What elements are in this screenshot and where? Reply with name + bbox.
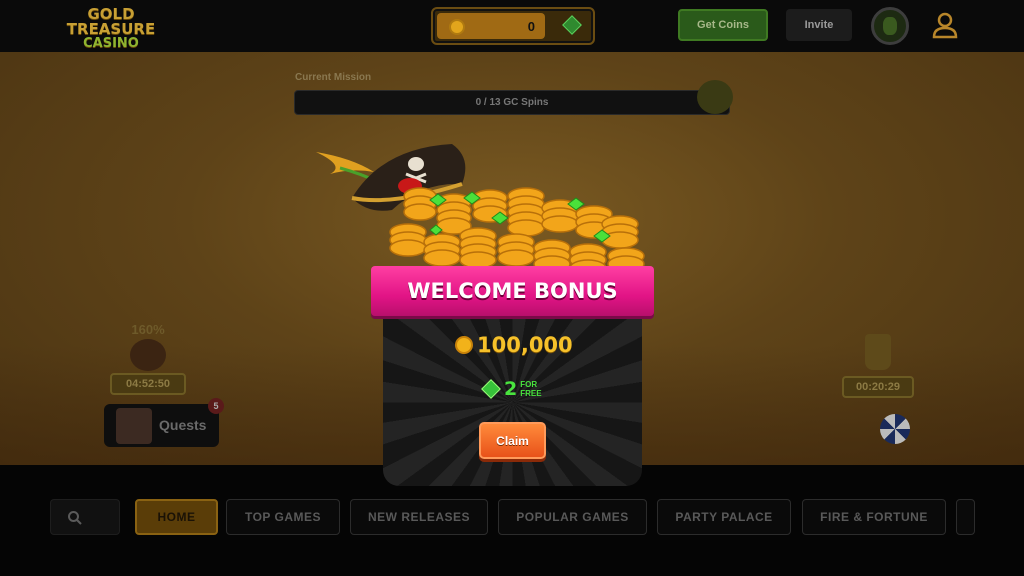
bonus-gems-amount: 2 [504, 378, 518, 400]
coin-icon [455, 336, 473, 354]
bonus-gems: 2 FOR FREE [481, 378, 542, 400]
pirate-treasure-illustration [316, 144, 645, 277]
app-root: GOLD TREASURE CASINO 0 Get Coins Invite … [0, 0, 1024, 576]
gem-icon [481, 379, 501, 399]
welcome-bonus-banner: WELCOME BONUS [371, 266, 654, 316]
bonus-gems-suffix: FOR FREE [520, 380, 541, 398]
claim-button[interactable]: Claim [479, 422, 546, 459]
modal-title: WELCOME BONUS [407, 279, 618, 303]
bonus-gems-suffix-line2: FREE [520, 389, 542, 398]
bonus-coins-amount: 100,000 [477, 333, 573, 357]
bonus-gems-suffix-line1: FOR [520, 380, 538, 389]
bonus-coins: 100,000 [455, 333, 573, 357]
